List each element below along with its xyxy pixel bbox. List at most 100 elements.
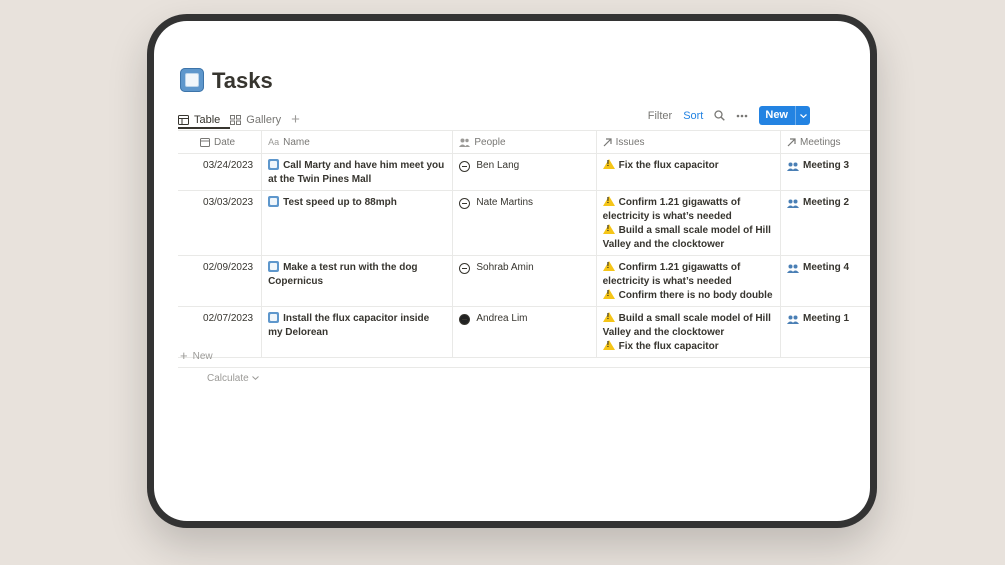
column-header-people[interactable]: People xyxy=(452,130,597,154)
people-cell[interactable]: Sohrab Amin xyxy=(452,255,597,307)
relation-arrow-icon xyxy=(787,137,796,147)
table-row[interactable]: 02/07/2023 Install the flux capacitor in… xyxy=(178,306,870,358)
new-button[interactable]: New xyxy=(759,106,810,125)
date-cell[interactable]: 03/24/2023 xyxy=(178,153,263,191)
issue-link[interactable]: Fix the flux capacitor xyxy=(619,341,719,352)
meetings-cell[interactable]: Meeting 1 xyxy=(780,306,870,358)
warning-icon xyxy=(602,261,615,271)
text-icon: Aa xyxy=(268,137,280,147)
warning-icon xyxy=(602,224,615,234)
task-icon xyxy=(268,159,280,170)
meeting-link[interactable]: Meeting 4 xyxy=(803,261,849,275)
filter-button[interactable]: Filter xyxy=(648,110,672,122)
date-cell[interactable]: 03/03/2023 xyxy=(178,190,263,256)
table-icon xyxy=(178,115,189,125)
meetings-cell[interactable]: Meeting 2 xyxy=(780,190,870,256)
calculate-button[interactable]: Calculate xyxy=(207,371,259,385)
warning-icon xyxy=(602,312,615,322)
date-cell[interactable]: 02/09/2023 xyxy=(178,255,263,307)
column-header-issues[interactable]: Issues xyxy=(596,130,781,154)
column-label: Date xyxy=(214,136,236,148)
avatar xyxy=(459,160,471,172)
task-name[interactable]: Install the flux capacitor inside my Del… xyxy=(268,313,429,338)
column-label: Name xyxy=(283,136,310,148)
name-cell[interactable]: Test speed up to 88mph xyxy=(261,190,454,256)
avatar xyxy=(459,262,471,274)
meetings-cell[interactable]: Meeting 3 xyxy=(780,153,870,191)
warning-icon xyxy=(602,340,615,350)
add-row-label: New xyxy=(192,350,213,362)
task-name[interactable]: Make a test run with the dog Copernicus xyxy=(268,262,417,287)
meeting-link[interactable]: Meeting 2 xyxy=(803,196,849,210)
sort-button[interactable]: Sort xyxy=(683,110,703,122)
people-cell[interactable]: Ben Lang xyxy=(452,153,597,191)
people-icon xyxy=(786,199,799,208)
issues-cell[interactable]: Fix the flux capacitor xyxy=(596,153,781,191)
calendar-icon xyxy=(200,137,210,147)
search-icon[interactable] xyxy=(714,110,726,121)
add-row-button[interactable]: + New xyxy=(180,346,213,366)
page-icon[interactable] xyxy=(180,68,204,92)
active-tab-indicator xyxy=(178,127,230,129)
people-icon xyxy=(459,138,471,147)
column-header-name[interactable]: Aa Name xyxy=(261,130,454,154)
tab-label: Table xyxy=(194,114,221,126)
table-row[interactable]: 03/03/2023 Test speed up to 88mph Nate M… xyxy=(178,190,870,256)
notion-page: Tasks Table Gallery + Filter Sort New Da… xyxy=(154,21,870,521)
people-icon xyxy=(786,264,799,273)
avatar xyxy=(459,197,471,209)
issues-cell[interactable]: Confirm 1.21 gigawatts of electricity is… xyxy=(596,190,781,256)
column-label: Meetings xyxy=(799,136,841,148)
table-header: Date Aa Name People Issues Meetings xyxy=(178,130,870,154)
avatar xyxy=(459,313,471,325)
tab-label: Gallery xyxy=(246,114,282,126)
task-name[interactable]: Call Marty and have him meet you at the … xyxy=(268,160,444,185)
name-cell[interactable]: Install the flux capacitor inside my Del… xyxy=(261,306,454,358)
issue-link[interactable]: Confirm 1.21 gigawatts of electricity is… xyxy=(603,197,741,222)
issues-cell[interactable]: Build a small scale model of Hill Valley… xyxy=(596,306,781,358)
people-icon xyxy=(786,315,799,324)
person-name: Nate Martins xyxy=(476,197,534,208)
table-row[interactable]: 02/09/2023 Make a test run with the dog … xyxy=(178,255,870,307)
divider xyxy=(178,367,870,368)
table-row[interactable]: 03/24/2023 Call Marty and have him meet … xyxy=(178,153,870,191)
relation-arrow-icon xyxy=(603,137,612,147)
more-icon[interactable] xyxy=(736,114,748,118)
gallery-icon xyxy=(230,115,242,125)
tab-gallery[interactable]: Gallery xyxy=(230,110,281,130)
warning-icon xyxy=(602,159,615,169)
meetings-cell[interactable]: Meeting 4 xyxy=(780,255,870,307)
issues-cell[interactable]: Confirm 1.21 gigawatts of electricity is… xyxy=(596,255,781,307)
chevron-down-icon[interactable] xyxy=(795,106,810,125)
calculate-label: Calculate xyxy=(207,372,249,384)
column-label: Issues xyxy=(615,136,645,148)
issue-link[interactable]: Confirm there is no body double xyxy=(619,290,773,301)
warning-icon xyxy=(602,196,615,206)
people-cell[interactable]: Andrea Lim xyxy=(452,306,597,358)
issue-link[interactable]: Fix the flux capacitor xyxy=(619,160,719,171)
column-header-date[interactable]: Date xyxy=(178,130,263,154)
tablet-frame: Tasks Table Gallery + Filter Sort New Da… xyxy=(147,14,877,528)
person-name: Ben Lang xyxy=(476,160,520,171)
page-title[interactable]: Tasks xyxy=(212,67,273,95)
meeting-link[interactable]: Meeting 1 xyxy=(803,312,849,326)
issue-link[interactable]: Build a small scale model of Hill Valley… xyxy=(603,313,771,338)
name-cell[interactable]: Call Marty and have him meet you at the … xyxy=(261,153,454,191)
plus-icon[interactable]: + xyxy=(291,112,300,127)
warning-icon xyxy=(602,289,615,299)
name-cell[interactable]: Make a test run with the dog Copernicus xyxy=(261,255,454,307)
people-cell[interactable]: Nate Martins xyxy=(452,190,597,256)
person-name: Andrea Lim xyxy=(476,313,528,324)
chevron-down-icon xyxy=(251,376,259,380)
meeting-link[interactable]: Meeting 3 xyxy=(803,159,849,173)
plus-icon: + xyxy=(180,348,188,363)
people-icon xyxy=(786,162,799,171)
task-name[interactable]: Test speed up to 88mph xyxy=(283,197,397,208)
task-icon xyxy=(268,312,280,323)
column-header-meetings[interactable]: Meetings xyxy=(780,130,870,154)
issue-link[interactable]: Build a small scale model of Hill Valley… xyxy=(603,225,771,250)
task-icon xyxy=(268,196,280,207)
task-icon xyxy=(268,261,280,272)
issue-link[interactable]: Confirm 1.21 gigawatts of electricity is… xyxy=(603,262,741,287)
person-name: Sohrab Amin xyxy=(476,262,534,273)
